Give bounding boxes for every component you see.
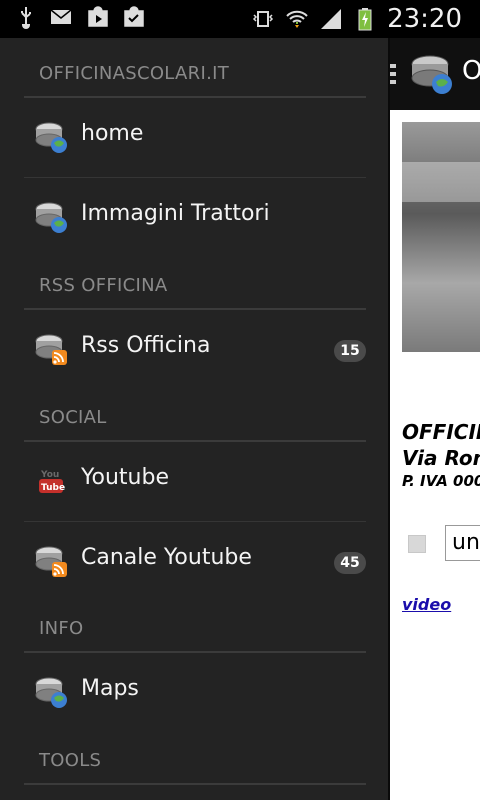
company-address: Via Rom <box>402 446 480 470</box>
piston-rss-icon <box>35 546 67 577</box>
youtube-icon: You Tube <box>39 470 65 493</box>
company-vat: P. IVA 000 <box>402 472 480 490</box>
play-store-icon <box>88 6 108 27</box>
drawer-item-label: home <box>81 121 144 146</box>
app-content: O OFFICIN Via Rom P. IVA 000 unc video <box>390 38 480 800</box>
piston-image <box>402 122 480 352</box>
section-title: OFFICINASCOLARI.IT <box>39 63 229 84</box>
drawer-item-label: Immagini Trattori <box>81 201 270 226</box>
section-social: SOCIAL <box>24 382 366 442</box>
app-logo-icon[interactable] <box>408 50 456 98</box>
drawer-item-maps[interactable]: Maps <box>24 653 366 733</box>
section-title: SOCIAL <box>39 407 107 428</box>
status-clock: 23:20 <box>387 4 462 34</box>
drawer-item-label: Canale Youtube <box>81 545 252 570</box>
wifi-icon <box>286 10 308 28</box>
drawer-item-rss-officina[interactable]: Rss Officina 15 <box>24 310 366 390</box>
count-badge: 45 <box>334 552 366 574</box>
drawer-item-canale-youtube[interactable]: Canale Youtube 45 <box>24 522 366 602</box>
drawer-edge <box>388 38 390 800</box>
section-rss-officina: RSS OFFICINA <box>24 250 366 310</box>
piston-globe-icon <box>35 122 67 153</box>
email-icon <box>50 9 72 24</box>
action-bar: O <box>390 38 480 110</box>
section-title: INFO <box>39 618 84 639</box>
section-title: TOOLS <box>39 750 102 771</box>
drawer-item-label: Maps <box>81 676 139 701</box>
checkbox[interactable] <box>408 535 426 553</box>
piston-globe-icon <box>35 677 67 708</box>
download-done-icon <box>124 6 144 27</box>
video-link[interactable]: video <box>402 595 451 614</box>
section-title: RSS OFFICINA <box>39 275 168 296</box>
vibrate-icon <box>253 11 274 27</box>
navigation-drawer: OFFICINASCOLARI.IT home Immagini Trattor… <box>0 38 388 800</box>
drawer-item-label: Rss Officina <box>81 333 211 358</box>
svg-text:Tube: Tube <box>41 483 65 493</box>
piston-rss-icon <box>35 334 67 365</box>
drawer-item-home[interactable]: home <box>24 98 366 178</box>
section-tools: TOOLS <box>24 725 366 785</box>
drawer-item-youtube[interactable]: You Tube Youtube <box>24 442 366 522</box>
piston-globe-icon <box>35 202 67 233</box>
drawer-item-immagini-trattori[interactable]: Immagini Trattori <box>24 178 366 258</box>
svg-text:You: You <box>40 470 59 480</box>
status-bar: 23:20 <box>0 0 480 38</box>
drawer-item-label: Youtube <box>81 465 169 490</box>
company-name: OFFICIN <box>402 420 480 444</box>
app-title: O <box>462 56 480 86</box>
drawer-indicator-icon[interactable] <box>390 64 396 84</box>
section-officinascolari: OFFICINASCOLARI.IT <box>24 38 366 98</box>
language-select[interactable]: unc <box>445 525 480 561</box>
usb-icon <box>21 7 31 29</box>
battery-charging-icon <box>358 8 372 31</box>
section-info: INFO <box>24 593 366 653</box>
count-badge: 15 <box>334 340 366 362</box>
signal-icon <box>321 9 342 29</box>
